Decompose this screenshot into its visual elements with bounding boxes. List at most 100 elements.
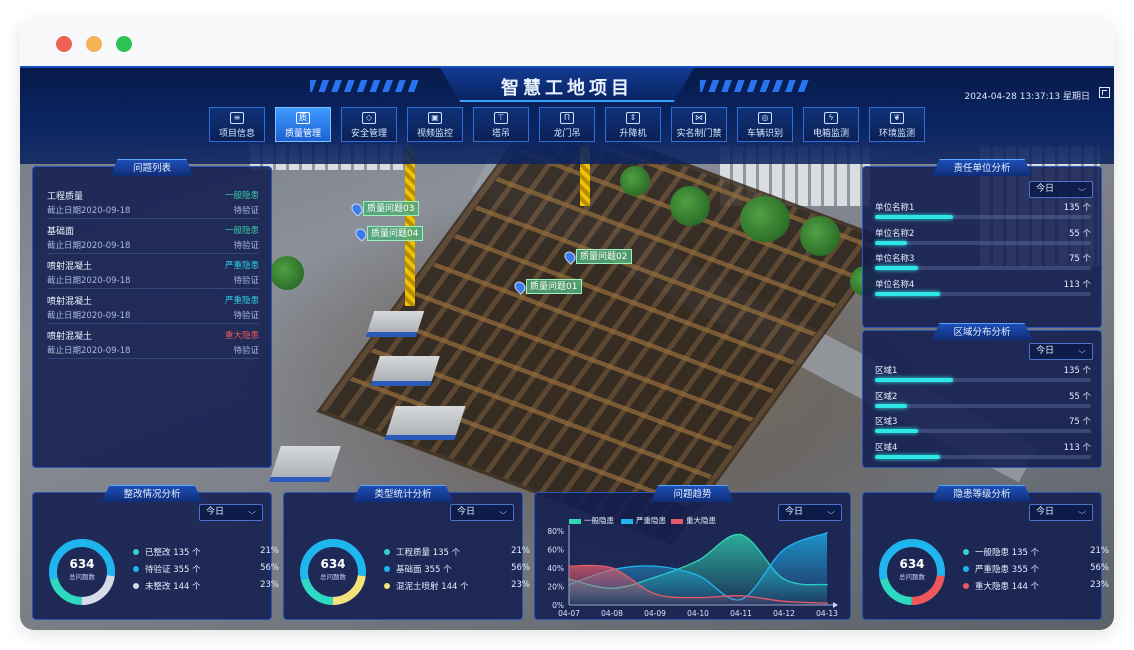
legend-label: 严重隐患 355 个 — [975, 565, 1040, 575]
data-point — [740, 533, 742, 536]
data-point — [697, 559, 699, 562]
y-tick-label: 60% — [547, 546, 564, 555]
nav-tab-document[interactable]: ≡ 项目信息 — [209, 107, 265, 142]
issue-status: 待验证 — [233, 206, 259, 216]
legend-item: 一般隐患 135 个 21% — [963, 546, 1109, 560]
data-point — [568, 565, 570, 568]
maximize-window-button[interactable] — [116, 36, 132, 52]
issue-deadline: 截止日期2020-09-18 — [47, 346, 131, 356]
legend-dot-icon — [133, 583, 139, 589]
document-icon: ≡ — [230, 112, 244, 124]
quality-issue-marker-01[interactable]: 质量问题01 — [526, 279, 583, 294]
bar-label: 区域1 — [875, 366, 898, 376]
legend-percent: 56% — [260, 563, 279, 573]
y-tick-label: 20% — [547, 583, 564, 592]
total-label: 总问题数 — [899, 573, 925, 581]
dashboard-screen: 质量问题03 质量问题04 质量问题02 质量问题01 智慧工地项目 2024-… — [20, 66, 1114, 630]
nav-tab-quality-shield[interactable]: 质质量管理 — [275, 107, 331, 142]
nav-tab-gantry-crane[interactable]: Π 龙门吊 — [539, 107, 595, 142]
tree-3 — [740, 196, 790, 242]
fullscreen-icon[interactable] — [1099, 87, 1110, 98]
legend-label: 待验证 355 个 — [145, 565, 201, 575]
bar-row: 区域4 113 个 — [875, 441, 1091, 467]
trend-chart: 0%20%40%60%80%04-07 04-08 04-09 04-10 04-11 0… — [547, 525, 838, 618]
progress-fill — [875, 429, 919, 433]
bar-value: 75 个 — [1068, 254, 1091, 264]
x-axis-arrow-icon — [833, 602, 838, 608]
legend-percent: 21% — [1090, 546, 1109, 556]
period-dropdown[interactable]: 今日 ﹀ — [1029, 343, 1093, 360]
quality-issue-marker-03[interactable]: 质量问题03 — [363, 201, 420, 216]
progress-fill — [875, 454, 940, 459]
legend-percent: 21% — [260, 546, 279, 556]
nav-tab-label: 项目信息 — [218, 129, 255, 139]
panel-title: 责任单位分析 — [931, 159, 1033, 176]
legend-dot-icon — [133, 549, 139, 555]
nav-tab-electric-box[interactable]: ϟ 电箱监测 — [803, 107, 859, 142]
total-count: 634 — [899, 557, 925, 571]
nav-tab-safety-shield[interactable]: ◇ 安全管理 — [341, 107, 397, 142]
responsible-unit-panel: 责任单位分析 今日 ﹀ 单位名称1 135 个单位名称2 55 个单位名称3 75 个单… — [862, 159, 1102, 328]
leaf-icon: ❦ — [890, 112, 904, 124]
header-decoration-right — [700, 80, 810, 92]
bar-label: 单位名称3 — [875, 254, 915, 264]
chevron-down-icon: ﹀ — [499, 511, 507, 520]
bar-label: 单位名称4 — [875, 279, 915, 290]
x-tick-label: 04-08 — [601, 609, 623, 618]
quality-issue-marker-02[interactable]: 质量问题02 — [576, 249, 633, 264]
issue-list-item[interactable]: 喷射混凝土 截止日期2020-09-18 严重隐患 待验证 — [47, 255, 259, 289]
issue-status: 待验证 — [233, 241, 259, 251]
nav-tab-elevator[interactable]: ⇕ 升降机 — [605, 107, 661, 142]
bar-value: 75 个 — [1068, 417, 1091, 427]
period-dropdown[interactable]: 今日 ﹀ — [1029, 181, 1093, 198]
legend-dot-icon — [384, 549, 390, 555]
period-dropdown[interactable]: 今日 ﹀ — [199, 504, 263, 521]
chevron-down-icon: ﹀ — [248, 511, 256, 520]
nav-tab-gate[interactable]: ⋈ 实名制门禁 — [671, 107, 727, 142]
panel-title: 问题列表 — [110, 159, 194, 176]
progress-fill — [875, 378, 953, 382]
tree-5 — [270, 256, 304, 290]
legend-item: 基础面 355 个 56% — [384, 563, 530, 577]
data-point — [826, 602, 828, 605]
issue-name: 喷射混凝土 — [47, 262, 93, 272]
total-count: 634 — [69, 557, 95, 571]
electric-box-icon: ϟ — [824, 112, 838, 124]
nav-tab-vehicle[interactable]: ◎ 车辆识别 — [737, 107, 793, 142]
issue-deadline: 截止日期2020-09-18 — [47, 276, 131, 286]
legend-item: 工程质量 135 个 21% — [384, 546, 530, 560]
nav-tab-label: 实名制门禁 — [676, 129, 722, 139]
dropdown-value: 今日 — [1036, 184, 1055, 194]
donut-center-label: 634 总问题数 — [298, 557, 368, 581]
period-dropdown[interactable]: 今日 ﹀ — [1029, 504, 1093, 521]
minimize-window-button[interactable] — [86, 36, 102, 52]
issue-list-item[interactable]: 基础面 截止日期2020-09-18 一般隐患 待验证 — [47, 220, 259, 254]
data-point — [740, 594, 742, 597]
issue-list-item[interactable]: 工程质量 截止日期2020-09-18 一般隐患 待验证 — [47, 185, 259, 219]
vehicle-icon: ◎ — [758, 112, 772, 124]
nav-tab-leaf[interactable]: ❦ 环境监测 — [869, 107, 925, 142]
nav-tab-tower-crane[interactable]: ⊤ 塔吊 — [473, 107, 529, 142]
close-window-button[interactable] — [56, 36, 72, 52]
data-point — [826, 531, 828, 534]
period-dropdown[interactable]: 今日 ﹀ — [450, 504, 514, 521]
quality-issue-marker-04[interactable]: 质量问题04 — [367, 226, 424, 241]
legend-percent: 23% — [1090, 580, 1109, 590]
legend-item: 待验证 355 个 56% — [133, 563, 279, 577]
site-shed-3 — [384, 406, 466, 440]
progress-track — [875, 429, 1091, 433]
issue-list-item[interactable]: 喷射混凝土 截止日期2020-09-18 重大隐患 待验证 — [47, 325, 259, 359]
total-count: 634 — [320, 557, 346, 571]
nav-tab-camera[interactable]: ▣ 视频监控 — [407, 107, 463, 142]
data-point — [654, 593, 656, 595]
data-point — [654, 565, 656, 568]
dropdown-value: 今日 — [1036, 346, 1055, 356]
bar-label: 区域2 — [875, 391, 898, 402]
nav-tab-label: 塔吊 — [491, 129, 510, 139]
legend-percent: 23% — [511, 580, 530, 590]
issue-list-item[interactable]: 喷射混凝土 截止日期2020-09-18 严重隐患 待验证 — [47, 290, 259, 324]
issue-name: 工程质量 — [47, 192, 84, 202]
legend-dot-icon — [963, 566, 969, 572]
nav-tab-label: 升降机 — [619, 129, 647, 139]
chevron-down-icon: ﹀ — [1078, 511, 1086, 520]
